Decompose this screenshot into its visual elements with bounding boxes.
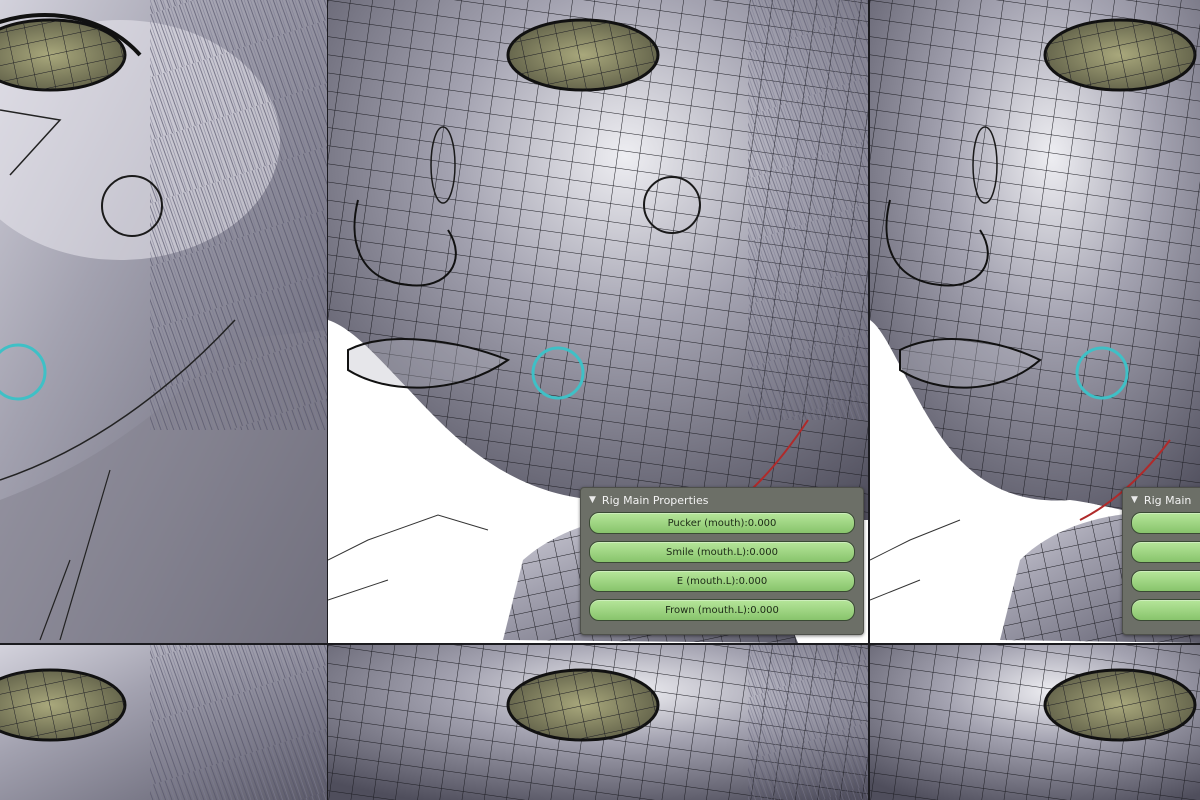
panel-header[interactable]: ▼ Rig Main [1123,488,1200,512]
viewport-wireframe-repeat[interactable] [328,645,868,800]
eye-mesh [1043,18,1197,92]
slider-pucker-mouth[interactable]: Pucker (mouth) 0.000 [589,512,855,534]
panel-header[interactable]: ▼ Rig Main Properties [581,488,863,512]
rig-main-properties-panel: ▼ Rig Main Properties Pucker (mouth) 0.0… [580,487,864,635]
slider-e-mouth-l[interactable]: E (mouth.L) 0.000 [589,570,855,592]
eye-mesh [1043,668,1197,742]
slider-smile-mouth-l[interactable]: Smile (mouth.L) 0.000 [589,541,855,563]
slider-clipped[interactable] [1131,570,1200,592]
slider-clipped[interactable] [1131,512,1200,534]
eye-mesh [506,18,660,92]
viewport-shaded-closeup-repeat[interactable] [0,645,327,800]
panel-title: Rig Main Properties [601,493,709,507]
eye-mesh [506,668,660,742]
viewport-shaded-closeup[interactable] [0,0,327,643]
slider-clipped[interactable] [1131,599,1200,621]
viewport-wireframe-alt-repeat[interactable] [870,645,1200,800]
eye-mesh [0,668,127,742]
viewport-wireframe[interactable]: ▼ Rig Main Properties Pucker (mouth) 0.0… [328,0,868,643]
viewport-wireframe-alt[interactable]: ▼ Rig Main [870,0,1200,643]
slider-frown-mouth-l[interactable]: Frown (mouth.L) 0.000 [589,599,855,621]
collapse-triangle-icon[interactable]: ▼ [1131,495,1138,505]
rig-main-properties-panel-clipped: ▼ Rig Main [1122,487,1200,635]
collapse-triangle-icon[interactable]: ▼ [589,495,596,505]
render-collage: ▼ Rig Main Properties Pucker (mouth) 0.0… [0,0,1200,800]
slider-clipped[interactable] [1131,541,1200,563]
panel-title: Rig Main [1143,493,1192,507]
